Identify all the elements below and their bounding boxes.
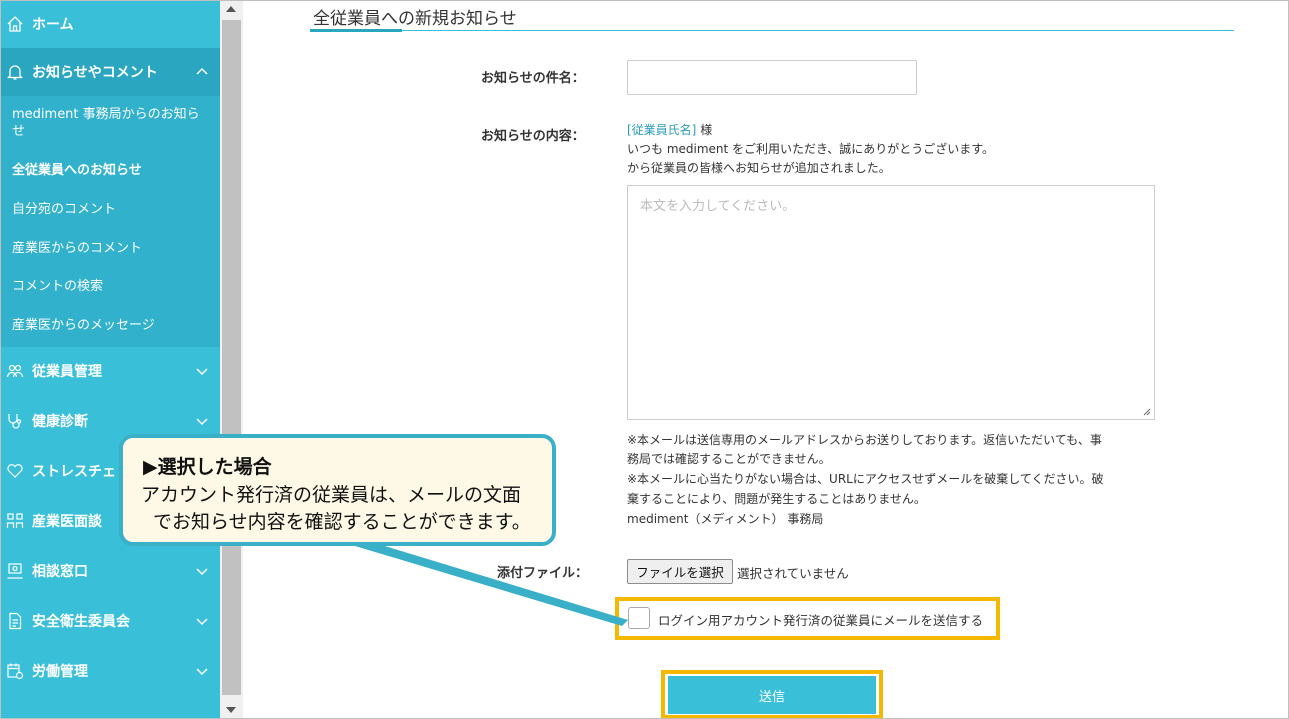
mail-template-intro: から従業員の皆様へお知らせが追加されました。 [627, 161, 891, 175]
users-icon [5, 361, 25, 381]
sidebar-item-label: 相談窓口 [32, 564, 88, 580]
callout-box: ▶選択した場合 アカウント発行済の従業員は、メールの文面 でお知らせ内容を確認す… [119, 434, 556, 546]
stethoscope-icon [5, 411, 25, 431]
sidebar-subitem-all-employee-notices[interactable]: 全従業員へのお知らせ [12, 162, 212, 179]
chevron-down-icon [196, 418, 208, 426]
sidebar-item-label: 産業医面談 [32, 514, 102, 530]
body-placeholder: 本文を入力してください。 [640, 199, 796, 214]
note-line: 務局では確認することができません。 [627, 452, 831, 466]
sidebar-item-label: 労働管理 [32, 664, 88, 680]
mail-template-greeting: いつも mediment をご利用いただき、誠にありがとうございます。 [627, 142, 994, 156]
choose-file-button[interactable]: ファイルを選択 [627, 559, 733, 584]
chevron-down-icon [196, 568, 208, 576]
page-title: 全従業員への新規お知らせ [313, 9, 517, 29]
sidebar-item-label: ホーム [32, 17, 74, 33]
sidebar-scrollbar[interactable] [220, 0, 243, 719]
chevron-down-icon [196, 668, 208, 676]
submit-button[interactable]: 送信 [668, 676, 876, 714]
content-label: お知らせの内容： [481, 129, 585, 144]
sidebar-subitem-doctor-comments[interactable]: 産業医からのコメント [12, 240, 212, 257]
sidebar-item-label: 従業員管理 [32, 364, 102, 380]
sidebar-item-label: 安全衛生委員会 [32, 614, 130, 630]
home-icon [5, 14, 25, 34]
calendar-icon [5, 661, 25, 681]
honorific: 様 [700, 123, 713, 137]
mail-template-header: [従業員氏名] 様 [627, 121, 712, 138]
title-divider-accent [310, 29, 402, 32]
body-textarea[interactable]: 本文を入力してください。 [627, 185, 1155, 420]
chevron-down-icon [196, 368, 208, 376]
chevron-up-icon [196, 67, 208, 75]
attachment-label: 添付ファイル： [497, 566, 589, 581]
note-line: ※本メールは送信専用のメールアドレスからお送りしております。返信いただいても、事 [627, 433, 1102, 447]
sidebar-item-consultation[interactable]: 相談窓口 [0, 547, 220, 595]
sidebar-subitem-comment-search[interactable]: コメントの検索 [12, 278, 212, 295]
chevron-down-icon [196, 618, 208, 626]
consultation-icon [5, 561, 25, 581]
sidebar-subitem-mediment-notices[interactable]: mediment 事務局からのお知らせ [12, 106, 212, 140]
scroll-down-icon[interactable] [226, 707, 236, 713]
resize-handle-icon[interactable] [1142, 407, 1151, 416]
callout-title: ▶選択した場合 [143, 456, 272, 478]
sidebar-item-safety-committee[interactable]: 安全衛生委員会 [0, 597, 220, 645]
note-line: 棄することにより、問題が発生することはありません。 [627, 492, 926, 506]
callout-text: アカウント発行済の従業員は、メールの文面 [141, 484, 522, 506]
sidebar-subitem-doctor-messages[interactable]: 産業医からのメッセージ [12, 317, 212, 334]
sidebar: ホーム お知らせやコメント mediment 事務局からのお知らせ 全従業員への… [0, 0, 220, 719]
sidebar-subitem-my-comments[interactable]: 自分宛のコメント [12, 201, 212, 218]
bell-icon [5, 62, 25, 82]
note-signature: mediment（メディメント） 事務局 [627, 512, 824, 526]
subject-label: お知らせの件名： [481, 71, 585, 86]
send-mail-checkbox[interactable] [628, 607, 650, 629]
employee-name-placeholder: [従業員氏名] [627, 123, 697, 137]
subject-input[interactable] [627, 60, 917, 95]
file-status: 選択されていません [737, 566, 849, 581]
send-mail-checkbox-label[interactable]: ログイン用アカウント発行済の従業員にメールを送信する [658, 610, 983, 629]
heart-icon [5, 461, 25, 481]
notices-submenu: mediment 事務局からのお知らせ 全従業員へのお知らせ 自分宛のコメント … [0, 96, 220, 347]
document-icon [5, 611, 25, 631]
scroll-thumb[interactable] [222, 20, 241, 695]
people-icon [5, 511, 25, 531]
title-divider [310, 30, 1234, 31]
sidebar-item-employee-management[interactable]: 従業員管理 [0, 347, 220, 395]
sidebar-item-label: 健康診断 [32, 414, 88, 430]
sidebar-item-notices[interactable]: お知らせやコメント [0, 48, 220, 96]
sidebar-item-labor-management[interactable]: 労働管理 [0, 647, 220, 695]
sidebar-item-label: お知らせやコメント [32, 65, 158, 81]
callout-text: でお知らせ内容を確認することができます。 [153, 511, 531, 533]
sidebar-item-label: ストレスチェ [32, 464, 116, 480]
note-line: ※本メールに心当たりがない場合は、URLにアクセスせずメールを破棄してください。… [627, 472, 1104, 486]
sidebar-item-home[interactable]: ホーム [0, 0, 220, 48]
scroll-up-icon[interactable] [226, 6, 236, 12]
